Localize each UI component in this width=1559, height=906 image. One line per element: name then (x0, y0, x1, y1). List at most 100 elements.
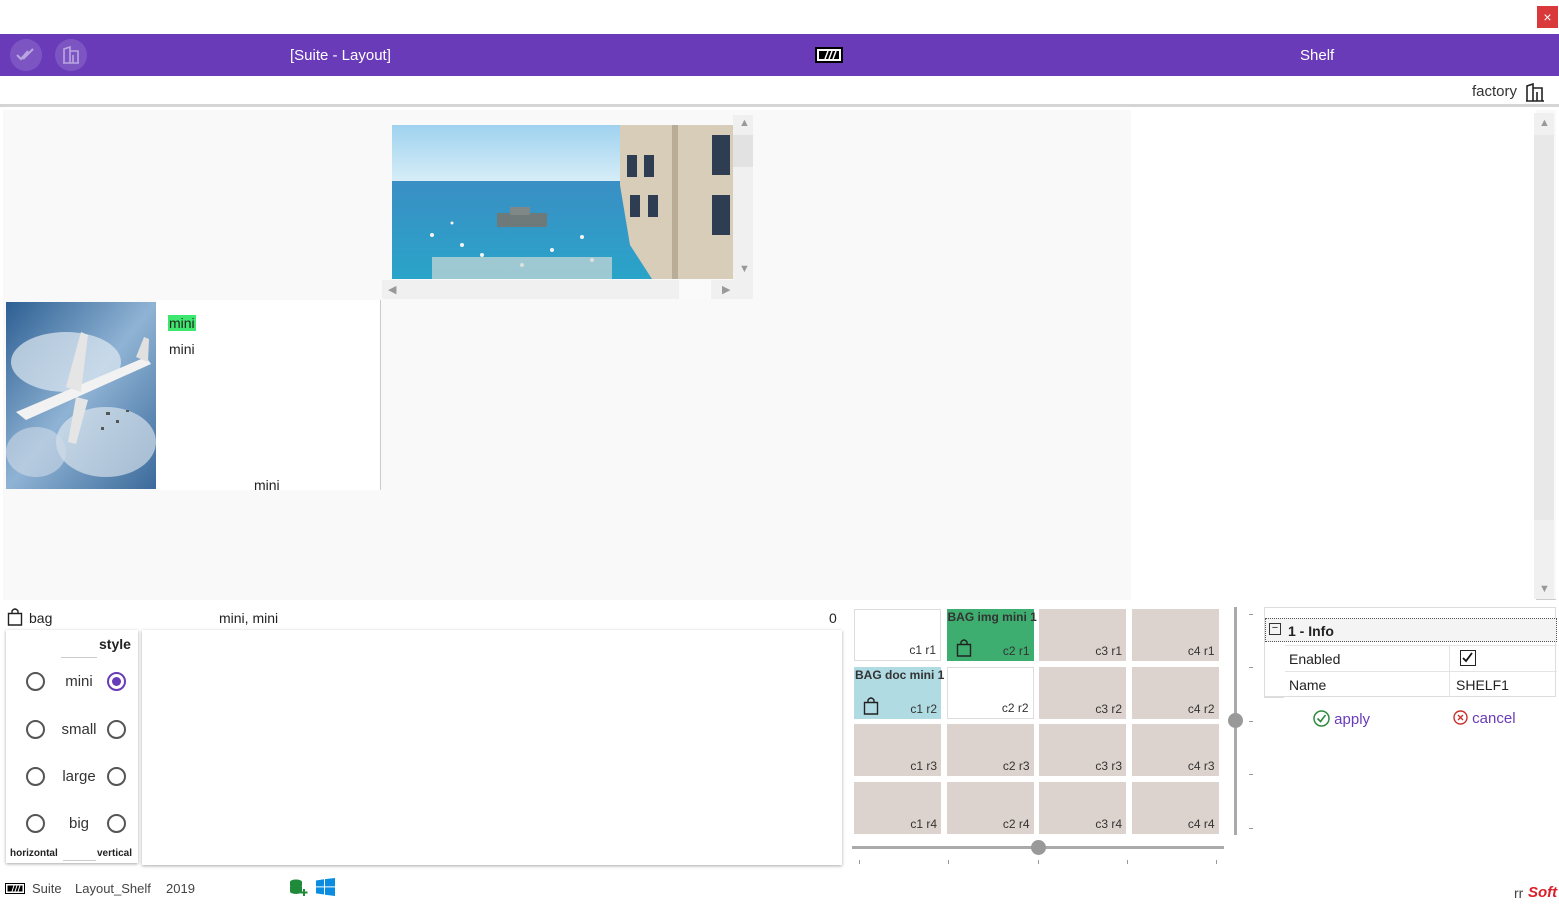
name-value[interactable]: SHELF1 (1449, 672, 1557, 697)
page-title: [Suite - Layout] (290, 47, 391, 64)
radio-small-horizontal[interactable] (26, 720, 45, 739)
panel-divider (1264, 697, 1284, 698)
factory-icon[interactable] (1525, 82, 1545, 107)
vslider-tick (1249, 721, 1253, 722)
grid-cell-c2-r4[interactable]: c2 r4 (946, 782, 1034, 835)
photo-scroll-right-icon[interactable]: ▶ (722, 283, 730, 296)
hslider-tick (1038, 860, 1039, 864)
vslider-tick (1249, 828, 1253, 829)
hslider-tick (1127, 860, 1128, 864)
windows-icon[interactable] (316, 878, 335, 899)
window-titlebar: × (0, 0, 1559, 34)
cancel-button[interactable]: cancel (1453, 710, 1516, 727)
grid-cell-c3-r1[interactable]: c3 r1 (1039, 609, 1126, 661)
radio-small-vertical[interactable] (107, 720, 126, 739)
radio-large-horizontal[interactable] (26, 767, 45, 786)
bag-icon (7, 608, 23, 629)
canvas-vertical-scrollbar[interactable]: ▲ ▼ (1534, 113, 1554, 599)
collapse-icon[interactable]: − (1269, 623, 1281, 635)
canvas-margin (1131, 110, 1536, 600)
enabled-row: Enabled (1285, 645, 1557, 671)
check-icon (1462, 652, 1473, 663)
shelf-icon (63, 46, 79, 64)
option-mini-label: mini (65, 673, 93, 690)
enabled-label: Enabled (1289, 651, 1341, 667)
info-property-panel: − 1 - Info Enabled Name SHELF1 (1264, 607, 1557, 697)
brand-prefix: rr (1514, 885, 1524, 901)
footer-bar: Suite Layout_Shelf 2019 rr Soft (0, 876, 1559, 906)
grid-cell-c2-r1[interactable]: BAG img mini 1 c2 r1 (946, 609, 1037, 661)
suite-logo-icon (815, 47, 843, 68)
mini-label: mini (169, 341, 195, 357)
photo-horizontal-scrollbar[interactable]: ◀ ▶ (382, 280, 753, 299)
grid-cell-c4-r1[interactable]: c4 r1 (1131, 609, 1219, 661)
radio-mini-vertical[interactable] (107, 672, 126, 691)
grid-cell-c3-r2[interactable]: c3 r2 (1039, 666, 1126, 719)
mini-card[interactable]: mini mini mini (156, 300, 381, 493)
grid-cell-c1-r3[interactable]: c1 r3 (854, 724, 941, 777)
radio-big-horizontal[interactable] (26, 814, 45, 833)
grid-cell-c4-r3[interactable]: c4 r3 (1131, 724, 1219, 777)
photo-vertical-scrollbar[interactable]: ▲ ▼ (733, 115, 753, 280)
grid-cell-c4-r4[interactable]: c4 r4 (1131, 782, 1219, 835)
horizontal-slider-thumb[interactable] (1031, 840, 1046, 855)
footer-layout: Layout_Shelf (75, 881, 151, 896)
harbor-photo (392, 125, 733, 279)
bag-icon (955, 639, 973, 660)
database-add-icon[interactable] (289, 879, 309, 900)
cell-label: c2 r1 (1002, 644, 1030, 658)
style-panel: style mini small large big horizontal ve… (6, 630, 138, 863)
photo-vscroll-thumb[interactable] (733, 135, 753, 167)
footer-year: 2019 (166, 881, 195, 896)
vertical-slider-thumb[interactable] (1228, 713, 1243, 728)
photo-scroll-left-icon[interactable]: ◀ (388, 283, 396, 296)
radio-big-vertical[interactable] (107, 814, 126, 833)
sub-bar: factory (0, 76, 1559, 107)
grid-cell-c2-r2[interactable]: c2 r2 (946, 666, 1034, 719)
layout-canvas[interactable]: ▲ ▼ ▲ ▼ ◀ ▶ mini mini mini (3, 110, 1556, 600)
top-bar: [Suite - Layout] Shelf (0, 34, 1559, 76)
vslider-tick (1249, 667, 1253, 668)
shelf-button[interactable] (55, 39, 87, 71)
close-button[interactable]: × (1537, 6, 1558, 28)
check-all-icon (16, 48, 34, 61)
check-all-button[interactable] (10, 39, 42, 71)
cell-label: c4 r4 (1187, 817, 1215, 832)
bag-count: 0 (829, 610, 837, 626)
info-section-header[interactable]: − 1 - Info (1265, 618, 1557, 642)
grid-cell-c1-r2[interactable]: BAG doc mini 1 c1 r2 (854, 666, 944, 719)
scroll-down-icon[interactable]: ▼ (1539, 583, 1550, 595)
cell-label: c3 r2 (1095, 701, 1122, 716)
enabled-checkbox[interactable] (1460, 650, 1476, 666)
header-divider (61, 657, 97, 658)
bag-content-panel[interactable] (142, 630, 842, 865)
option-small-label: small (61, 721, 97, 738)
hslider-tick (1216, 860, 1217, 864)
option-big-label: big (68, 815, 90, 832)
cell-label: c1 r4 (910, 817, 937, 832)
cancel-icon (1453, 710, 1468, 725)
grid-cell-c1-r1[interactable]: c1 r1 (854, 609, 941, 661)
grid-cell-c1-r4[interactable]: c1 r4 (854, 782, 941, 835)
grid-cell-c2-r3[interactable]: c2 r3 (946, 724, 1034, 777)
cell-label: c2 r2 (1001, 700, 1029, 715)
cell-label: c4 r1 (1187, 644, 1215, 658)
option-large-label: large (62, 768, 96, 785)
cell-label: c3 r4 (1095, 817, 1122, 832)
factory-label[interactable]: factory (1472, 83, 1517, 100)
grid-cell-c4-r2[interactable]: c4 r2 (1131, 666, 1219, 719)
grid-cell-c3-r4[interactable]: c3 r4 (1039, 782, 1126, 835)
radio-mini-horizontal[interactable] (26, 672, 45, 691)
cell-label: c1 r2 (910, 701, 937, 716)
bag-items: mini, mini (219, 610, 279, 626)
scroll-up-icon[interactable]: ▲ (1539, 117, 1550, 129)
photo-scroll-up-icon[interactable]: ▲ (739, 117, 750, 129)
apply-button[interactable]: apply (1313, 710, 1370, 728)
photo-hscroll-thumb[interactable] (679, 280, 711, 299)
scroll-thumb[interactable] (1534, 135, 1554, 520)
bag-label: bag (29, 610, 53, 626)
photo-scroll-down-icon[interactable]: ▼ (739, 263, 750, 275)
grid-cell-c3-r3[interactable]: c3 r3 (1039, 724, 1126, 777)
radio-large-vertical[interactable] (107, 767, 126, 786)
apply-icon (1313, 710, 1330, 727)
